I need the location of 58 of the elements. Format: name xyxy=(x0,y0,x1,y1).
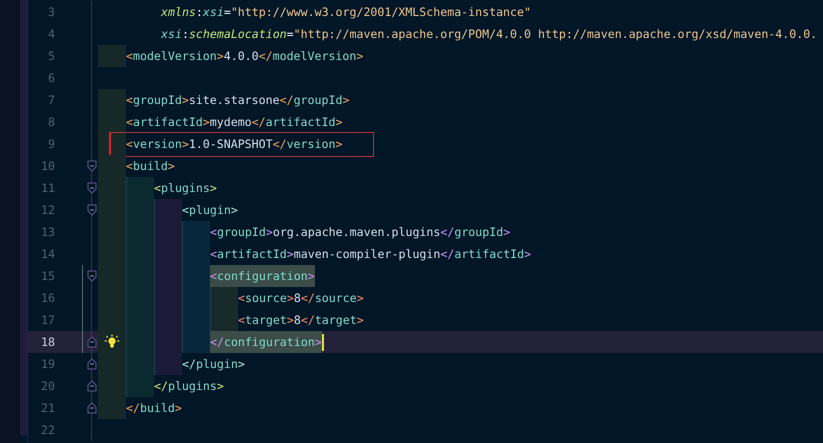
line-number: 22 xyxy=(40,423,55,437)
scrollbar[interactable] xyxy=(20,0,27,436)
indent-guide xyxy=(210,309,238,331)
text-cursor xyxy=(322,334,324,350)
line-number: 18 xyxy=(40,335,55,349)
code-line: </plugin> xyxy=(182,356,245,373)
code-line: </plugins> xyxy=(154,378,224,395)
line-number: 6 xyxy=(47,71,55,85)
fold-icon[interactable] xyxy=(86,336,96,348)
indent-guide xyxy=(98,133,126,155)
indent-guide xyxy=(154,353,182,375)
indent-guide xyxy=(182,331,210,353)
code-line: <build> xyxy=(126,158,175,175)
line-number: 8 xyxy=(47,115,55,129)
line-number: 16 xyxy=(40,291,55,305)
code-line: <target>8</target> xyxy=(238,312,364,329)
line-number: 7 xyxy=(47,93,55,107)
code-line: <plugins> xyxy=(154,180,217,197)
indent-guide xyxy=(126,177,154,199)
code-line: xmlns:xsi="http://www.w3.org/2001/XMLSchema-instance" xyxy=(161,4,531,21)
line-number: 10 xyxy=(40,159,55,173)
code-line: <groupId>org.apache.maven.plugins</groupId> xyxy=(210,224,510,241)
fold-icon[interactable] xyxy=(86,402,96,414)
fold-icon[interactable] xyxy=(86,358,96,370)
fold-icon[interactable] xyxy=(86,380,96,392)
indent-guide xyxy=(98,111,126,133)
code-line: <modelVersion>4.0.0</modelVersion> xyxy=(126,48,364,65)
line-number: 3 xyxy=(47,5,55,19)
line-number: 13 xyxy=(40,225,55,239)
line-number: 12 xyxy=(40,203,55,217)
fold-icon[interactable] xyxy=(86,204,96,216)
line-number: 4 xyxy=(47,27,55,41)
code-line: <version>1.0-SNAPSHOT</version> xyxy=(126,136,342,153)
lightbulb-icon[interactable] xyxy=(104,334,120,350)
code-line: <artifactId>mydemo</artifactId> xyxy=(126,114,342,131)
code-line: </build> xyxy=(126,400,182,417)
fold-icon[interactable] xyxy=(86,270,96,282)
indent-guide xyxy=(182,221,210,243)
code-line: <artifactId>maven-compiler-plugin</artifactId> xyxy=(210,246,532,263)
indent-guide xyxy=(154,199,182,221)
indent-guide xyxy=(98,397,126,419)
line-number: 9 xyxy=(47,137,55,151)
line-number: 21 xyxy=(40,401,55,415)
code-line: <groupId>site.starsone</groupId> xyxy=(126,92,350,109)
line-number: 5 xyxy=(47,49,55,63)
code-line: <source>8</source> xyxy=(238,290,364,307)
indent-guide xyxy=(210,287,238,309)
line-number: 20 xyxy=(40,379,55,393)
code-line: <plugin> xyxy=(182,202,238,219)
line-number: 15 xyxy=(40,269,55,283)
line-number: 14 xyxy=(40,247,55,261)
indent-guide xyxy=(126,375,154,397)
line-number: 11 xyxy=(40,181,55,195)
code-line: xsi:schemaLocation="http://maven.apache.org/POM/4.0.0 http://maven.apache.org/xsd/maven-4.0.0. xyxy=(161,26,818,43)
fold-icon[interactable] xyxy=(86,160,96,172)
fold-icon[interactable] xyxy=(86,182,96,194)
line-number: 17 xyxy=(40,313,55,327)
line-number: 19 xyxy=(40,357,55,371)
